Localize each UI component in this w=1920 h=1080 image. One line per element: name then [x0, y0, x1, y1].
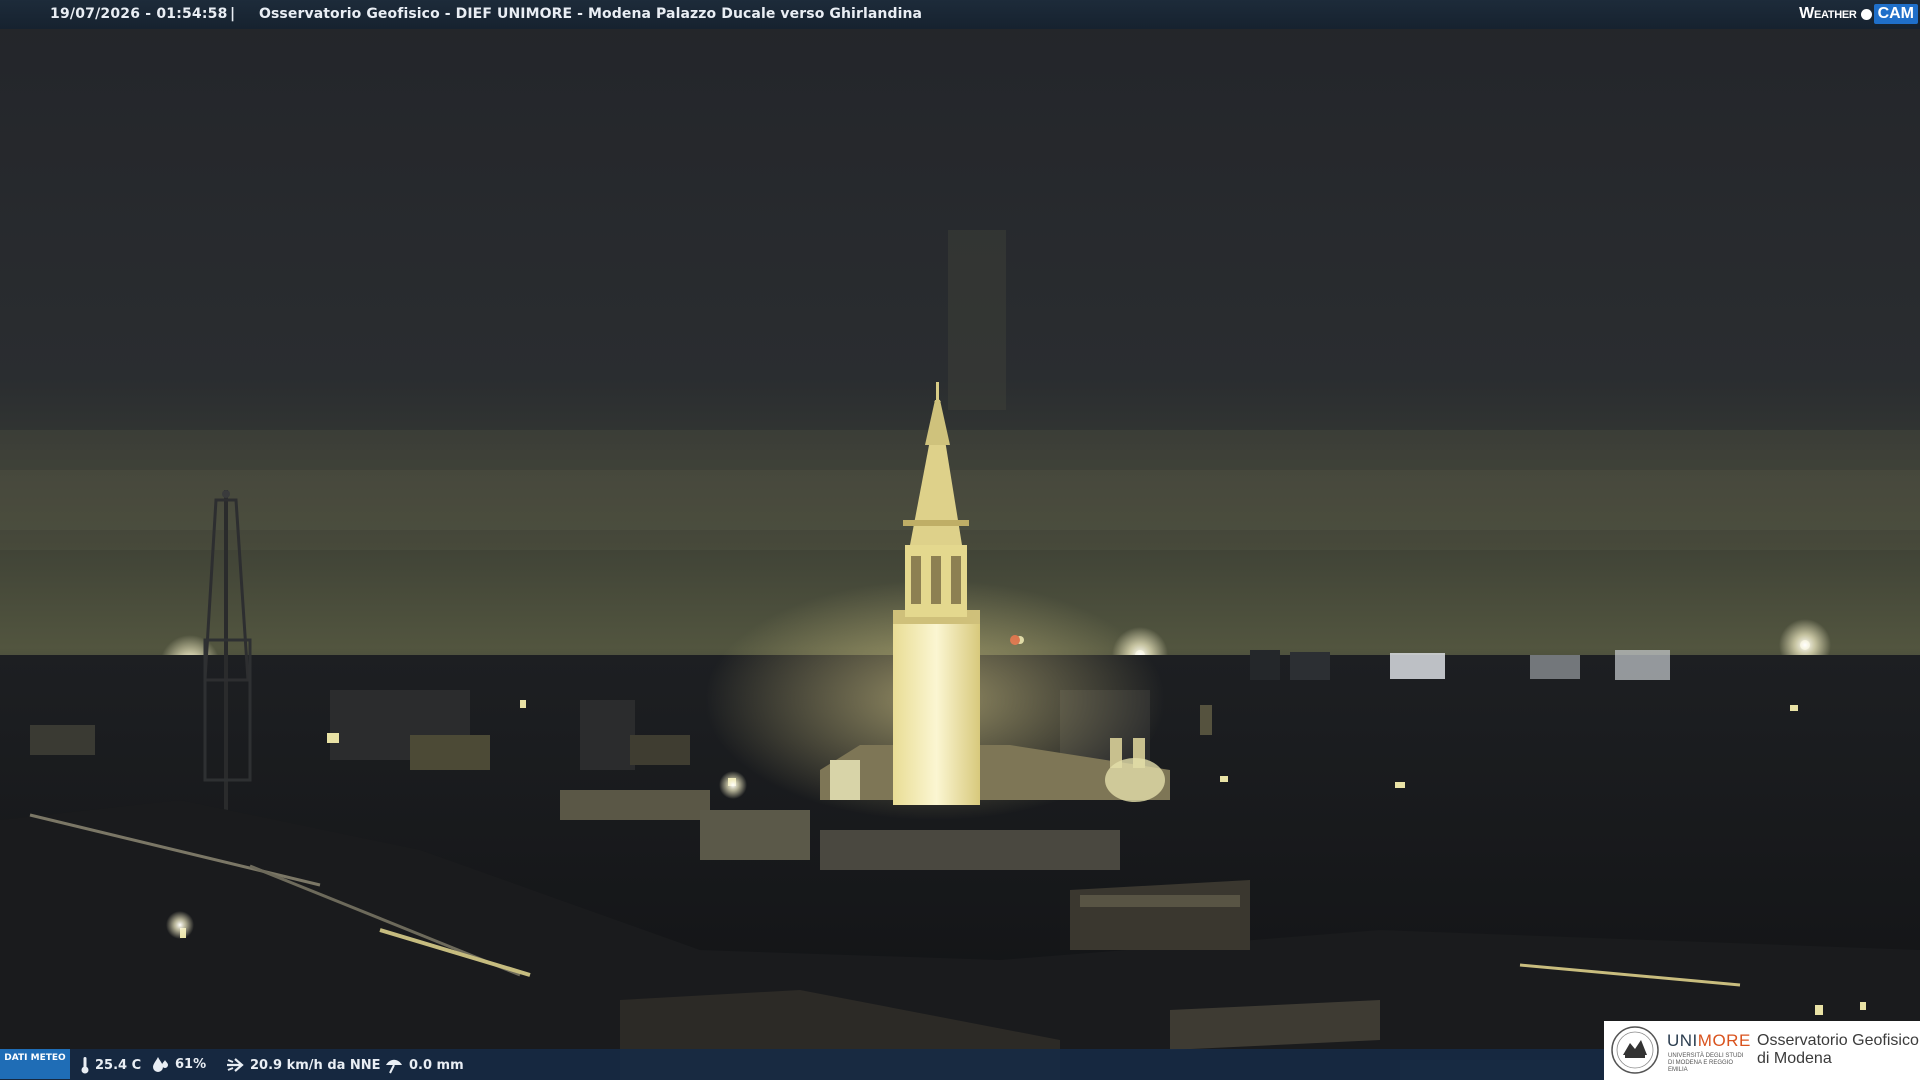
observatory-line-2: di Modena [1757, 1050, 1832, 1067]
observatory-name: Osservatorio Geofisico di Modena [1757, 1032, 1919, 1068]
webcam-view: 19/07/2026 - 01:54:58 | Osservatorio Geo… [0, 0, 1920, 1080]
university-name: UNIMORE [1667, 1031, 1751, 1050]
observatory-line-1: Osservatorio Geofisico [1757, 1032, 1919, 1049]
rain-value: 0.0 mm [409, 1057, 464, 1073]
wind-value: 20.9 km/h da NNE [250, 1057, 381, 1073]
brand-dot-icon [1860, 8, 1872, 20]
title-separator: | [230, 6, 236, 22]
dati-meteo-badge: DATI METEO [0, 1049, 70, 1079]
wind-icon [227, 1058, 244, 1072]
university-seal-icon [1611, 1026, 1659, 1074]
thermometer-icon [81, 1057, 89, 1074]
brand-weather-text: Weather [1799, 5, 1857, 22]
humidity-value: 61% [175, 1056, 207, 1072]
humidity-drop-icon [153, 1057, 168, 1072]
university-subtitle: UNIVERSITÀ DEGLI STUDI DI MODENA E REGGI… [1668, 1053, 1744, 1073]
wind-reading: 20.9 km/h da NNE [225, 1056, 381, 1074]
weathercam-logo: Weather CAM [1799, 2, 1918, 26]
temperature-value: 25.4 C [95, 1057, 142, 1073]
rain-reading: 0.0 mm [384, 1056, 464, 1074]
timestamp: 19/07/2026 - 01:54:58 [50, 6, 228, 22]
camera-title: Osservatorio Geofisico - DIEF UNIMORE - … [259, 6, 923, 22]
brand-cam-text: CAM [1873, 4, 1918, 24]
humidity-reading: 61% [152, 1056, 206, 1072]
top-info-bar: 19/07/2026 - 01:54:58 | Osservatorio Geo… [0, 0, 1920, 29]
unimore-logo-box: UNIMORE UNIVERSITÀ DEGLI STUDI DI MODENA… [1604, 1021, 1920, 1080]
night-city-scene [0, 0, 1920, 1080]
rain-gauge-icon [386, 1059, 402, 1074]
temperature-reading: 25.4 C [80, 1056, 141, 1074]
meteo-data-bar: DATI METEO 25.4 C 61% 20.9 km/h da NNE 0… [0, 1049, 1604, 1080]
